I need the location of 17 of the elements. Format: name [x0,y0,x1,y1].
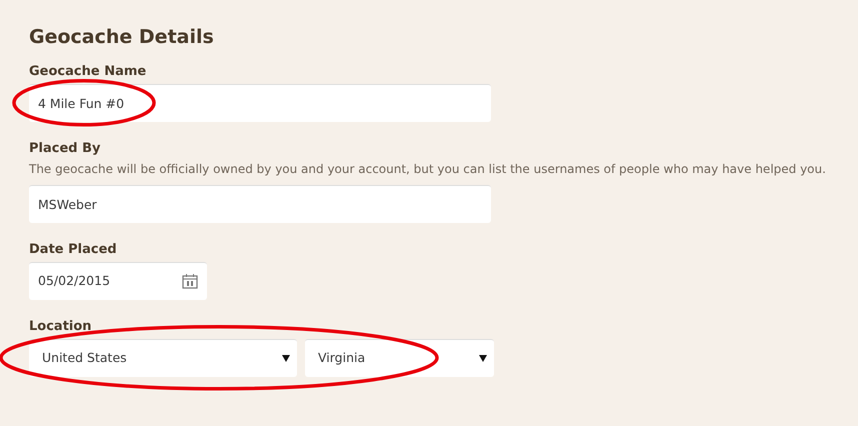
caret-icon [282,354,290,362]
field-label: Placed By [29,140,102,158]
dropdown-value: United States [42,348,127,367]
text-input[interactable]: MSWeber [29,184,491,223]
field-label: Date Placed [29,240,118,259]
text-input[interactable]: 4 Mile Fun #0 [29,84,491,122]
dropdown-value: Virginia [318,348,366,367]
help-text: The geocache will be officially owned by you and your account, but you can list the usernames of people who may have helped you. [29,160,827,177]
caret-icon [479,354,487,362]
calendar-icon[interactable] [182,273,198,290]
dropdown-select[interactable]: Virginia [305,338,494,377]
date-value: 05/02/2015 [38,272,110,290]
date-input[interactable]: 05/02/2015 [29,262,207,300]
field-label: Location [29,318,93,336]
field-label: Geocache Name [29,62,148,81]
dropdown-select[interactable]: United States [29,338,297,377]
page-heading: Geocache Details [29,26,215,49]
